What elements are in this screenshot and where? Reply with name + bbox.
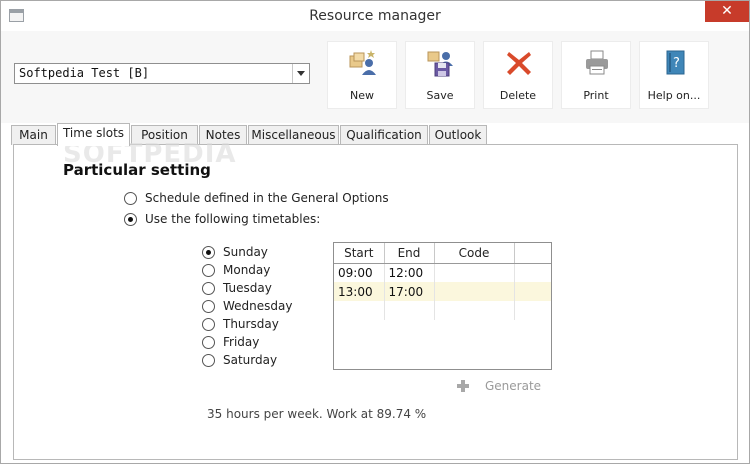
generate-icon (457, 380, 469, 392)
day-label: Wednesday (223, 299, 293, 313)
day-monday[interactable]: Monday (202, 263, 270, 277)
day-thursday[interactable]: Thursday (202, 317, 279, 331)
resource-select[interactable]: Softpedia Test [B] (14, 63, 310, 84)
new-user-icon (349, 50, 376, 75)
resource-select-value: Softpedia Test [B] (19, 66, 150, 80)
cell-code[interactable] (434, 263, 515, 282)
radio-button[interactable] (202, 353, 215, 367)
option-label: Schedule defined in the General Options (145, 191, 389, 205)
table-row-empty[interactable] (334, 301, 551, 320)
print-button[interactable]: Print (561, 41, 631, 109)
column-header-end[interactable]: End (384, 243, 435, 264)
radio-button[interactable] (124, 191, 137, 205)
column-header-start[interactable]: Start (334, 243, 385, 264)
option-use-timetables[interactable]: Use the following timetables: (124, 212, 320, 226)
save-icon (427, 51, 453, 77)
tab-main[interactable]: Main (11, 125, 56, 145)
table-row[interactable]: 09:00 12:00 (334, 263, 551, 282)
option-general-schedule[interactable]: Schedule defined in the General Options (124, 191, 389, 205)
cell-filler (514, 282, 551, 301)
tab-miscellaneous[interactable]: Miscellaneous (248, 125, 339, 145)
timetable-grid[interactable]: Start End Code 09:00 12:00 13:00 17:00 (333, 242, 552, 370)
new-button[interactable]: New (327, 41, 397, 109)
day-tuesday[interactable]: Tuesday (202, 281, 272, 295)
help-button-label: Help on... (647, 89, 701, 102)
generate-button[interactable]: Generate (457, 379, 541, 393)
cell-filler (514, 263, 551, 282)
save-button[interactable]: Save (405, 41, 475, 109)
delete-button-label: Delete (499, 89, 537, 102)
radio-button[interactable] (202, 335, 215, 349)
column-header-filler (514, 243, 551, 264)
table-row[interactable]: 13:00 17:00 (334, 282, 551, 301)
tab-time-slots[interactable]: Time slots (57, 123, 130, 146)
cell-start[interactable]: 09:00 (334, 263, 385, 282)
day-label: Monday (223, 263, 271, 277)
save-button-label: Save (426, 89, 454, 102)
radio-button[interactable] (124, 212, 137, 226)
column-header-code[interactable]: Code (434, 243, 515, 264)
day-label: Saturday (223, 353, 278, 367)
day-label: Sunday (223, 245, 268, 259)
chevron-down-icon[interactable] (292, 64, 309, 83)
radio-button[interactable] (202, 299, 215, 313)
hours-summary: 35 hours per week. Work at 89.74 % (207, 407, 427, 421)
help-book-icon: ? (666, 50, 685, 75)
delete-icon (507, 52, 531, 75)
close-button[interactable]: ✕ (705, 1, 749, 22)
day-label: Friday (223, 335, 260, 349)
radio-button[interactable] (202, 317, 215, 331)
cell-end[interactable]: 17:00 (384, 282, 435, 301)
radio-button[interactable] (202, 263, 215, 277)
section-title: Particular setting (63, 161, 211, 179)
svg-text:?: ? (673, 56, 680, 71)
cell-end[interactable]: 12:00 (384, 263, 435, 282)
table-header-row: Start End Code (334, 243, 551, 264)
day-label: Tuesday (223, 281, 272, 295)
timetable: Start End Code 09:00 12:00 13:00 17:00 (334, 243, 551, 320)
radio-button[interactable] (202, 245, 215, 259)
window-title: Resource manager (309, 8, 441, 24)
print-icon (586, 50, 608, 75)
day-sunday[interactable]: Sunday (202, 245, 268, 259)
cell-start[interactable]: 13:00 (334, 282, 385, 301)
title-bar: Resource manager ✕ (1, 1, 749, 31)
new-button-label: New (350, 89, 374, 102)
tab-qualification[interactable]: Qualification (340, 125, 428, 145)
delete-button[interactable]: Delete (483, 41, 553, 109)
day-saturday[interactable]: Saturday (202, 353, 277, 367)
cell-code[interactable] (434, 282, 515, 301)
day-wednesday[interactable]: Wednesday (202, 299, 292, 313)
toolbar-area: Softpedia Test [B] New Save Delete Print… (1, 31, 749, 123)
tab-outlook[interactable]: Outlook (429, 125, 487, 145)
generate-label: Generate (485, 379, 542, 393)
option-label: Use the following timetables: (145, 212, 321, 226)
print-button-label: Print (583, 89, 609, 102)
day-friday[interactable]: Friday (202, 335, 259, 349)
help-button[interactable]: ? Help on... (639, 41, 709, 109)
resource-manager-window: Resource manager ✕ Softpedia Test [B] Ne… (0, 0, 750, 464)
radio-button[interactable] (202, 281, 215, 295)
day-label: Thursday (223, 317, 279, 331)
